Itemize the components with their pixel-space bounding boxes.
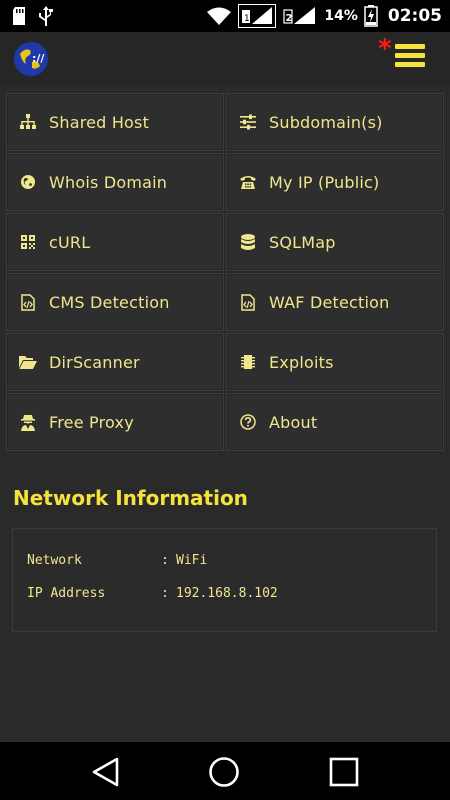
globe-icon xyxy=(19,173,37,191)
signal-sim2-icon: 2 xyxy=(283,7,316,24)
code-file-icon xyxy=(239,293,257,311)
tile-label: SQLMap xyxy=(269,232,336,252)
tile-shared-host[interactable]: Shared Host xyxy=(6,93,224,151)
menu-button[interactable]: * xyxy=(378,34,430,78)
network-key: Network xyxy=(27,553,82,568)
hamburger-bar xyxy=(395,62,425,67)
tile-free-proxy[interactable]: Free Proxy xyxy=(6,393,224,451)
tile-label: Free Proxy xyxy=(49,412,134,432)
tile-label: Exploits xyxy=(269,352,334,372)
tile-label: Shared Host xyxy=(49,112,150,132)
tool-grid: Shared Host Subdomain(s) Whois Domain My… xyxy=(6,93,444,451)
tile-dirscanner[interactable]: DirScanner xyxy=(6,333,224,391)
tile-sqlmap[interactable]: SQLMap xyxy=(226,213,444,271)
code-file-icon xyxy=(19,293,37,311)
folder-open-icon xyxy=(19,353,37,371)
menu-badge-star-icon: * xyxy=(378,34,392,64)
wifi-icon xyxy=(207,7,232,25)
home-icon[interactable] xyxy=(208,756,240,788)
user-secret-icon xyxy=(19,413,37,431)
qrcode-icon xyxy=(19,233,37,251)
network-row: Network : WiFi xyxy=(27,553,436,586)
tile-subdomains[interactable]: Subdomain(s) xyxy=(226,93,444,151)
phone-icon xyxy=(239,173,257,191)
ip-address-row: IP Address : 192.168.8.102 xyxy=(27,586,436,619)
tile-label: DirScanner xyxy=(49,352,140,372)
status-bar: 1 2 14% 02:05 xyxy=(0,0,450,32)
signal-sim1-icon: 1 xyxy=(238,4,277,28)
battery-charging-icon xyxy=(364,5,378,27)
sitemap-icon xyxy=(19,113,37,131)
tile-whois-domain[interactable]: Whois Domain xyxy=(6,153,224,211)
ip-address-key: IP Address xyxy=(27,586,106,601)
battery-percent: 14% xyxy=(324,8,358,24)
sim1-label: 1 xyxy=(244,14,250,24)
tile-label: CMS Detection xyxy=(49,292,170,312)
tile-label: My IP (Public) xyxy=(269,172,380,192)
tile-exploits[interactable]: Exploits xyxy=(226,333,444,391)
sim2-label: 2 xyxy=(286,13,293,24)
chip-icon xyxy=(239,353,257,371)
tile-label: Whois Domain xyxy=(49,172,168,192)
app-bar: :// * xyxy=(0,32,450,86)
recents-icon[interactable] xyxy=(328,756,360,788)
hamburger-bar xyxy=(395,44,425,49)
usb-icon xyxy=(39,6,53,26)
network-info-title: Network Information xyxy=(13,486,248,510)
database-icon xyxy=(239,233,257,251)
network-info-card: Network : WiFi IP Address : 192.168.8.10… xyxy=(12,528,437,632)
back-icon[interactable] xyxy=(90,756,122,788)
navigation-bar xyxy=(0,742,450,800)
tile-about[interactable]: About xyxy=(226,393,444,451)
network-value: WiFi xyxy=(176,553,208,568)
ip-address-value: 192.168.8.102 xyxy=(176,586,278,601)
tile-curl[interactable]: cURL xyxy=(6,213,224,271)
tile-label: Subdomain(s) xyxy=(269,112,383,132)
hamburger-bar xyxy=(395,53,425,58)
sd-card-icon xyxy=(13,7,25,25)
question-circle-icon xyxy=(239,413,257,431)
tile-label: cURL xyxy=(49,232,91,252)
clock: 02:05 xyxy=(387,6,442,26)
sliders-icon xyxy=(239,113,257,131)
tile-label: WAF Detection xyxy=(269,292,390,312)
tile-label: About xyxy=(269,412,318,432)
app-logo: :// xyxy=(12,40,50,78)
network-separator: : xyxy=(161,553,169,568)
tile-waf-detection[interactable]: WAF Detection xyxy=(226,273,444,331)
tile-cms-detection[interactable]: CMS Detection xyxy=(6,273,224,331)
svg-text:://: :// xyxy=(32,52,45,65)
tile-my-ip[interactable]: My IP (Public) xyxy=(226,153,444,211)
ip-address-separator: : xyxy=(161,586,169,601)
